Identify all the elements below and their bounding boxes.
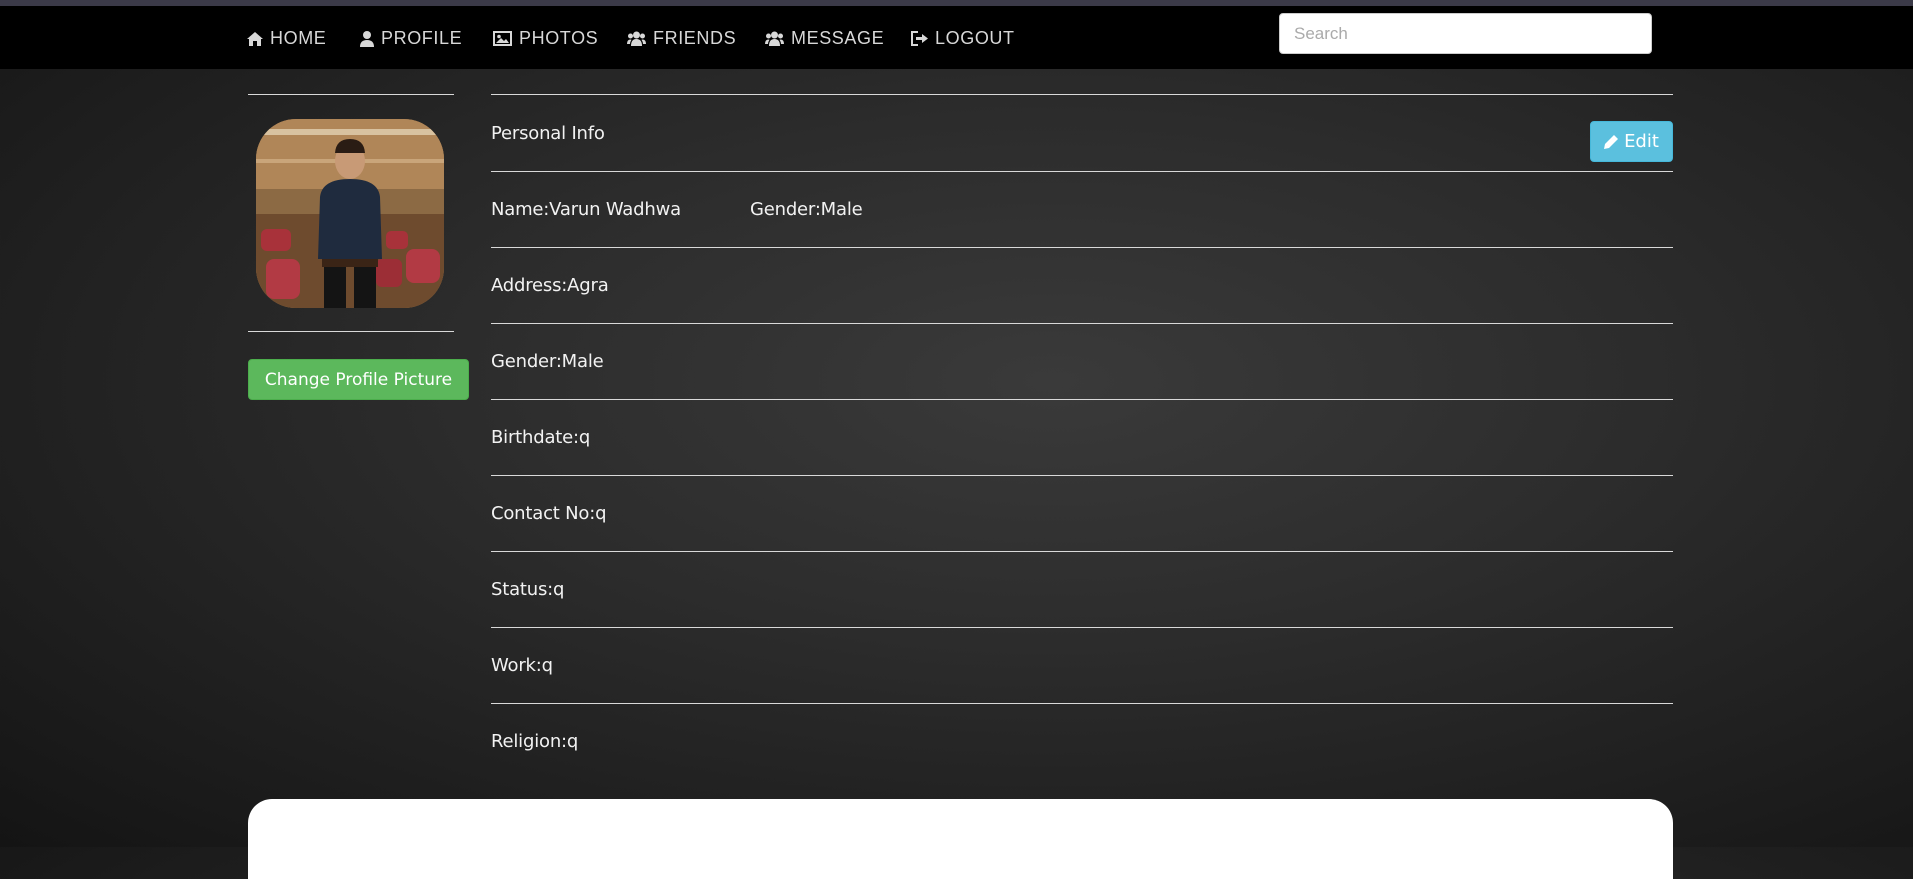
name-field: Name:Varun Wadhwa [491, 199, 681, 220]
info-divider-1 [491, 171, 1673, 172]
nav-home[interactable]: HOME [247, 28, 326, 49]
info-divider-3 [491, 323, 1673, 324]
nav-logout-label: LOGOUT [935, 28, 1015, 48]
nav-friends-label: FRIENDS [653, 28, 737, 48]
home-icon [247, 31, 263, 46]
work-field: Work:q [491, 655, 553, 676]
nav-logout[interactable]: LOGOUT [911, 28, 1015, 49]
users-icon [765, 31, 784, 46]
sidebar-divider-bottom [248, 331, 454, 332]
profile-photo [256, 119, 444, 308]
sidebar-divider-top [248, 94, 454, 95]
edit-button[interactable]: Edit [1590, 121, 1673, 162]
religion-field: Religion:q [491, 731, 579, 752]
nav-home-label: HOME [270, 28, 327, 48]
info-divider-8 [491, 703, 1673, 704]
user-icon [360, 30, 374, 47]
info-divider-5 [491, 475, 1673, 476]
avatar [256, 119, 444, 308]
gender-field: Gender:Male [491, 351, 604, 372]
nav-profile[interactable]: PROFILE [360, 28, 462, 49]
nav-message-label: MESSAGE [791, 28, 885, 48]
info-divider-0 [491, 94, 1673, 95]
info-divider-7 [491, 627, 1673, 628]
birthdate-field: Birthdate:q [491, 427, 591, 448]
nav-message[interactable]: MESSAGE [765, 28, 884, 49]
nav-photos-label: PHOTOS [519, 28, 599, 48]
picture-icon [493, 31, 512, 46]
navbar: HOME PROFILE PHOTOS FRIENDS MESSAGE LOGO… [0, 6, 1913, 69]
address-field: Address:Agra [491, 275, 609, 296]
edit-button-label: Edit [1624, 131, 1659, 152]
pencil-icon [1604, 135, 1619, 149]
nav-friends[interactable]: FRIENDS [627, 28, 736, 49]
logout-icon [911, 31, 928, 46]
change-profile-picture-button[interactable]: Change Profile Picture [248, 359, 469, 400]
search-input[interactable] [1279, 13, 1652, 54]
status-field: Status:q [491, 579, 565, 600]
info-divider-4 [491, 399, 1673, 400]
content-panel [248, 799, 1673, 879]
info-divider-6 [491, 551, 1673, 552]
nav-photos[interactable]: PHOTOS [493, 28, 598, 49]
contact-field: Contact No:q [491, 503, 607, 524]
users-icon [627, 31, 646, 46]
info-divider-2 [491, 247, 1673, 248]
personal-info-title: Personal Info [491, 123, 605, 144]
nav-profile-label: PROFILE [381, 28, 463, 48]
gender-inline-field: Gender:Male [750, 199, 863, 220]
